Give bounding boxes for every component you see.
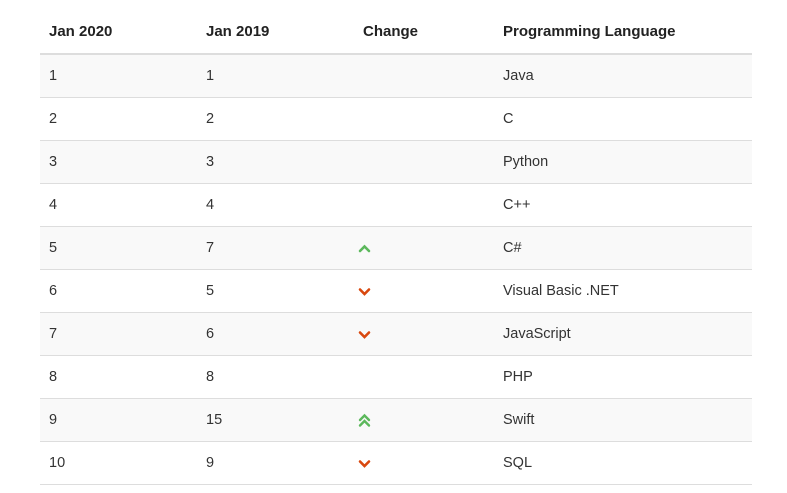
rank-jan-2020: 3 bbox=[49, 154, 58, 170]
rank-jan-2020: 8 bbox=[49, 369, 58, 385]
rank-jan-2020: 7 bbox=[49, 326, 58, 342]
header-change[interactable]: Change bbox=[354, 23, 494, 40]
double-chevron-up-icon bbox=[358, 413, 371, 428]
chevron-down-icon bbox=[358, 458, 371, 469]
rank-jan-2020: 6 bbox=[49, 283, 58, 299]
rank-jan-2020: 1 bbox=[49, 68, 58, 84]
table-header-row: Jan 2020 Jan 2019 Change Programming Lan… bbox=[40, 10, 752, 54]
table-bottom-divider bbox=[40, 484, 752, 485]
change-cell bbox=[354, 243, 494, 254]
rank-jan-2019: 6 bbox=[206, 326, 215, 342]
chevron-down-icon bbox=[358, 329, 371, 340]
change-cell bbox=[354, 458, 494, 469]
rank-jan-2020: 2 bbox=[49, 111, 58, 127]
table-row: 7 6 JavaScript bbox=[40, 312, 752, 355]
language-name: Python bbox=[503, 154, 549, 170]
table-row: 4 4 C++ bbox=[40, 183, 752, 226]
language-name: C++ bbox=[503, 197, 531, 213]
rank-jan-2019: 2 bbox=[206, 111, 215, 127]
language-name: C bbox=[503, 111, 514, 127]
rank-jan-2020: 4 bbox=[49, 197, 58, 213]
rank-jan-2020: 10 bbox=[49, 455, 66, 471]
rank-jan-2019: 5 bbox=[206, 283, 215, 299]
rank-jan-2019: 9 bbox=[206, 455, 215, 471]
change-cell bbox=[354, 286, 494, 297]
language-name: JavaScript bbox=[503, 326, 571, 342]
chevron-up-icon bbox=[358, 243, 371, 254]
rank-jan-2019: 1 bbox=[206, 68, 215, 84]
rank-jan-2019: 15 bbox=[206, 412, 223, 428]
table-row: 1 1 Java bbox=[40, 54, 752, 97]
language-name: C# bbox=[503, 240, 522, 256]
rank-jan-2019: 8 bbox=[206, 369, 215, 385]
language-name: PHP bbox=[503, 369, 533, 385]
table-row: 2 2 C bbox=[40, 97, 752, 140]
language-name: Swift bbox=[503, 412, 535, 428]
ranking-table: Jan 2020 Jan 2019 Change Programming Lan… bbox=[40, 10, 752, 485]
rank-jan-2019: 3 bbox=[206, 154, 215, 170]
table-row: 8 8 PHP bbox=[40, 355, 752, 398]
rank-jan-2020: 9 bbox=[49, 412, 58, 428]
header-jan-2019[interactable]: Jan 2019 bbox=[197, 23, 354, 40]
table-row: 9 15 Swift bbox=[40, 398, 752, 441]
language-name: Visual Basic .NET bbox=[503, 283, 619, 299]
language-name: SQL bbox=[503, 455, 533, 471]
change-cell bbox=[354, 413, 494, 428]
rank-jan-2019: 4 bbox=[206, 197, 215, 213]
chevron-down-icon bbox=[358, 286, 371, 297]
change-cell bbox=[354, 329, 494, 340]
table-row: 3 3 Python bbox=[40, 140, 752, 183]
table-body: 1 1 Java 2 2 C 3 3 Python 4 4 C++ 5 7 C# 6 5 Visual Basic… bbox=[40, 54, 752, 484]
table-row: 6 5 Visual Basic .NET bbox=[40, 269, 752, 312]
header-programming-language[interactable]: Programming Language bbox=[494, 23, 752, 40]
rank-jan-2020: 5 bbox=[49, 240, 58, 256]
table-row: 10 9 SQL bbox=[40, 441, 752, 484]
table-row: 5 7 C# bbox=[40, 226, 752, 269]
header-jan-2020[interactable]: Jan 2020 bbox=[40, 23, 197, 40]
language-name: Java bbox=[503, 68, 534, 84]
rank-jan-2019: 7 bbox=[206, 240, 215, 256]
